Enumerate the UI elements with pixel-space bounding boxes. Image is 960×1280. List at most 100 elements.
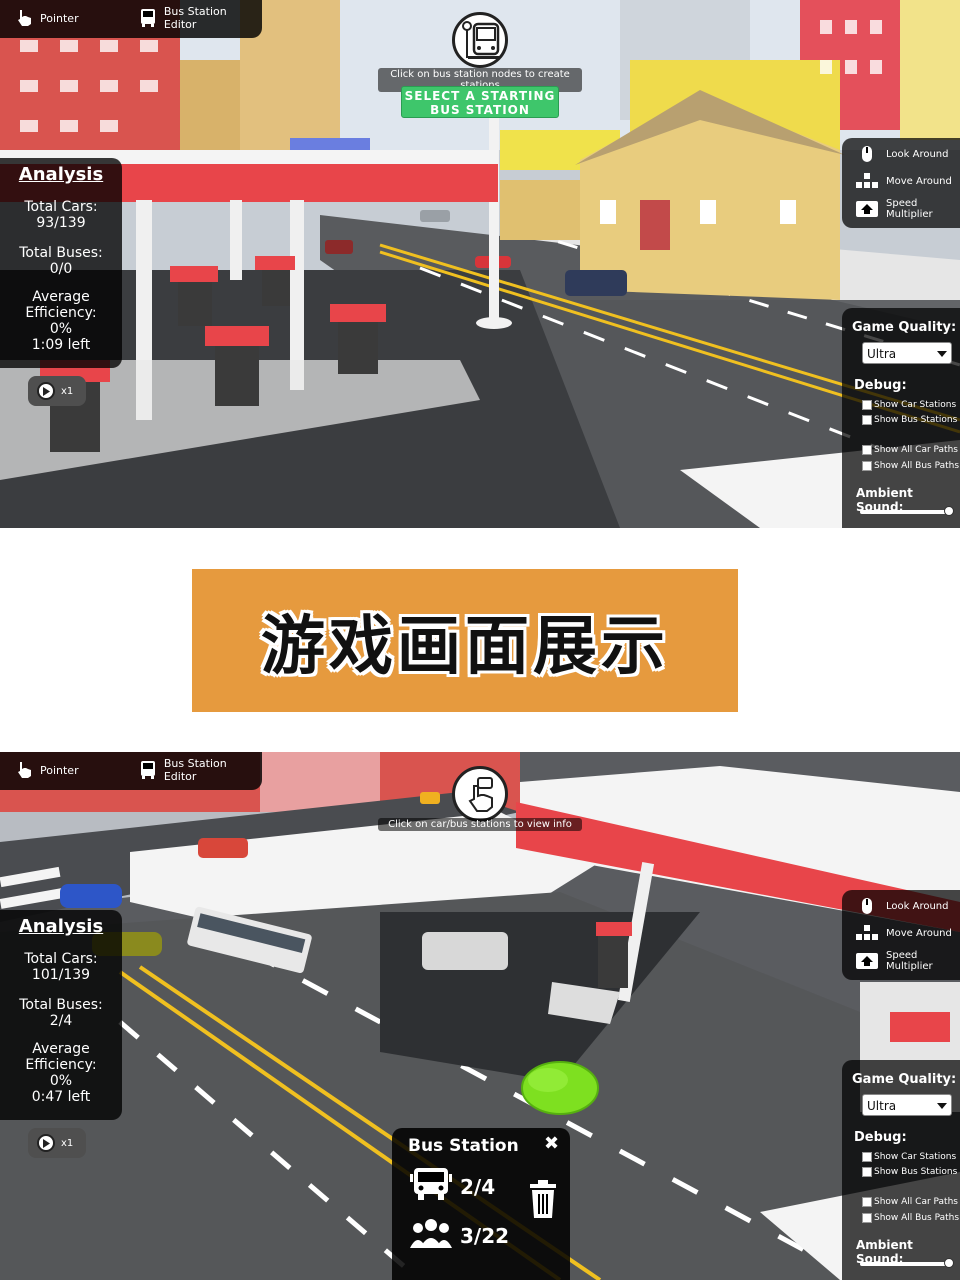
passenger-count-value: 3/22 — [460, 1223, 510, 1248]
pointer-hand-icon — [14, 760, 34, 780]
game-quality-select[interactable]: Ultra — [862, 1094, 952, 1116]
debug-label: Debug: — [854, 378, 907, 393]
show-all-car-paths-checkbox[interactable]: Show All Car Paths — [862, 1195, 958, 1209]
speed-multiplier-label: Speed Multiplier — [886, 198, 933, 220]
pointer-label: Pointer — [40, 11, 79, 25]
people-group-icon — [410, 1218, 452, 1253]
settings-panel: Game Quality: Ultra Debug: Show Car Stat… — [842, 308, 960, 528]
checkbox-box[interactable] — [862, 1152, 872, 1162]
bus-icon — [138, 760, 158, 780]
trash-icon[interactable] — [528, 1180, 558, 1222]
move-around-hint: Move Around — [856, 923, 952, 943]
bus-station-popup: Bus Station ✖ 2/4 3/22 — [392, 1128, 570, 1280]
show-car-stations-checkbox[interactable]: Show Car Stations — [862, 398, 956, 412]
show-all-car-paths-label: Show All Car Paths — [874, 1197, 958, 1207]
speed-multiplier-label: Speed Multiplier — [886, 950, 933, 972]
move-around-label: Move Around — [886, 175, 952, 187]
checkbox-box[interactable] — [862, 461, 872, 471]
ambient-sound-slider[interactable] — [860, 1258, 954, 1268]
speed-label: x1 — [61, 385, 74, 397]
ambient-sound-slider[interactable] — [860, 506, 954, 516]
show-bus-stations-label: Show Bus Stations — [874, 415, 958, 425]
show-all-bus-paths-label: Show All Bus Paths — [874, 461, 960, 471]
bus-count-value: 2/4 — [460, 1174, 496, 1199]
slider-knob[interactable] — [944, 506, 954, 516]
total-cars-label: Total Cars: — [24, 199, 98, 215]
select-starting-station-banner[interactable]: SELECT A STARTING BUS STATION — [401, 86, 559, 118]
speed-toggle-button[interactable]: x1 — [28, 1128, 86, 1158]
analysis-panel: Analysis Total Cars: 93/139 Total Buses:… — [0, 158, 122, 368]
checkbox-box[interactable] — [862, 415, 872, 425]
pointer-tool-button[interactable]: Pointer — [14, 752, 79, 788]
banner-line-1: SELECT A STARTING — [404, 89, 556, 103]
tool-bar: Pointer Bus Station Editor — [0, 0, 262, 38]
efficiency-value: 0% — [49, 1073, 73, 1089]
controls-legend: Look Around Move Around Speed Multiplier — [842, 138, 960, 228]
efficiency-label-1: Average — [32, 1041, 90, 1057]
passenger-count-stat: 3/22 — [410, 1218, 509, 1253]
speed-multiplier-hint: Speed Multiplier — [856, 198, 960, 220]
bus-station-title: Bus Station — [408, 1136, 519, 1156]
debug-label: Debug: — [854, 1130, 907, 1145]
look-around-hint: Look Around — [856, 896, 948, 916]
total-buses-label: Total Buses: — [19, 245, 103, 261]
look-around-label: Look Around — [886, 900, 949, 912]
title-banner: 游戏画面展示 — [192, 569, 738, 712]
bus-station-editor-label: Bus Station Editor — [163, 5, 227, 31]
tool-bar: Pointer Bus Station Editor — [0, 752, 262, 790]
speed-toggle-button[interactable]: x1 — [28, 376, 86, 406]
show-car-stations-label: Show Car Stations — [874, 400, 957, 410]
game-quality-value: Ultra — [867, 1099, 897, 1113]
arrow-keys-icon — [856, 172, 878, 190]
efficiency-label-1: Average — [32, 289, 90, 305]
efficiency-label-2: Efficiency: — [25, 1057, 97, 1073]
top-game-screenshot: Pointer Bus Station Editor Click on bus … — [0, 0, 960, 528]
settings-panel: Game Quality: Ultra Debug: Show Car Stat… — [842, 1060, 960, 1280]
total-cars-stat: Total Cars: 93/139 — [0, 199, 122, 231]
checkbox-box[interactable] — [862, 1213, 872, 1223]
efficiency-label-2: Efficiency: — [25, 305, 97, 321]
total-buses-value: 2/4 — [49, 1013, 73, 1029]
move-around-label: Move Around — [886, 927, 952, 939]
bus-station-editor-button[interactable]: Bus Station Editor — [138, 0, 262, 36]
total-buses-value: 0/0 — [49, 261, 73, 277]
chevron-down-icon — [937, 351, 947, 357]
checkbox-box[interactable] — [862, 400, 872, 410]
chevron-down-icon — [937, 1103, 947, 1109]
bus-station-editor-button[interactable]: Bus Station Editor — [138, 752, 262, 788]
checkbox-box[interactable] — [862, 445, 872, 455]
bus-count-stat: 2/4 — [410, 1166, 495, 1207]
time-left: 1:09 left — [31, 337, 91, 353]
checkbox-box[interactable] — [862, 1167, 872, 1177]
hint-text: Click on car/bus stations to view info — [378, 818, 582, 831]
mouse-icon — [856, 897, 878, 915]
analysis-panel: Analysis Total Cars: 101/139 Total Buses… — [0, 910, 122, 1120]
time-left: 0:47 left — [31, 1089, 91, 1105]
mouse-icon — [856, 145, 878, 163]
show-all-bus-paths-checkbox[interactable]: Show All Bus Paths — [862, 1211, 959, 1225]
pointer-hand-icon — [14, 8, 34, 28]
close-icon[interactable]: ✖ — [544, 1133, 559, 1154]
show-bus-stations-checkbox[interactable]: Show Bus Stations — [862, 413, 957, 427]
show-car-stations-checkbox[interactable]: Show Car Stations — [862, 1150, 956, 1164]
analysis-title: Analysis — [18, 916, 104, 937]
show-all-car-paths-checkbox[interactable]: Show All Car Paths — [862, 443, 958, 457]
move-around-hint: Move Around — [856, 171, 952, 191]
efficiency-stat: Average Efficiency: 0% 0:47 left — [0, 1041, 122, 1105]
bus-icon — [410, 1166, 452, 1207]
show-all-car-paths-label: Show All Car Paths — [874, 445, 958, 455]
pointer-label: Pointer — [40, 763, 79, 777]
look-around-label: Look Around — [886, 148, 949, 160]
bottom-game-screenshot: Pointer Bus Station Editor Click on car/… — [0, 752, 960, 1280]
total-cars-stat: Total Cars: 101/139 — [0, 951, 122, 983]
slider-knob[interactable] — [944, 1258, 954, 1268]
game-quality-label: Game Quality: — [852, 1072, 957, 1087]
banner-line-2: BUS STATION — [430, 103, 530, 117]
total-buses-label: Total Buses: — [19, 997, 103, 1013]
speed-multiplier-hint: Speed Multiplier — [856, 950, 960, 972]
checkbox-box[interactable] — [862, 1197, 872, 1207]
show-bus-stations-checkbox[interactable]: Show Bus Stations — [862, 1165, 957, 1179]
pointer-tool-button[interactable]: Pointer — [14, 0, 79, 36]
game-quality-select[interactable]: Ultra — [862, 342, 952, 364]
show-all-bus-paths-checkbox[interactable]: Show All Bus Paths — [862, 459, 959, 473]
